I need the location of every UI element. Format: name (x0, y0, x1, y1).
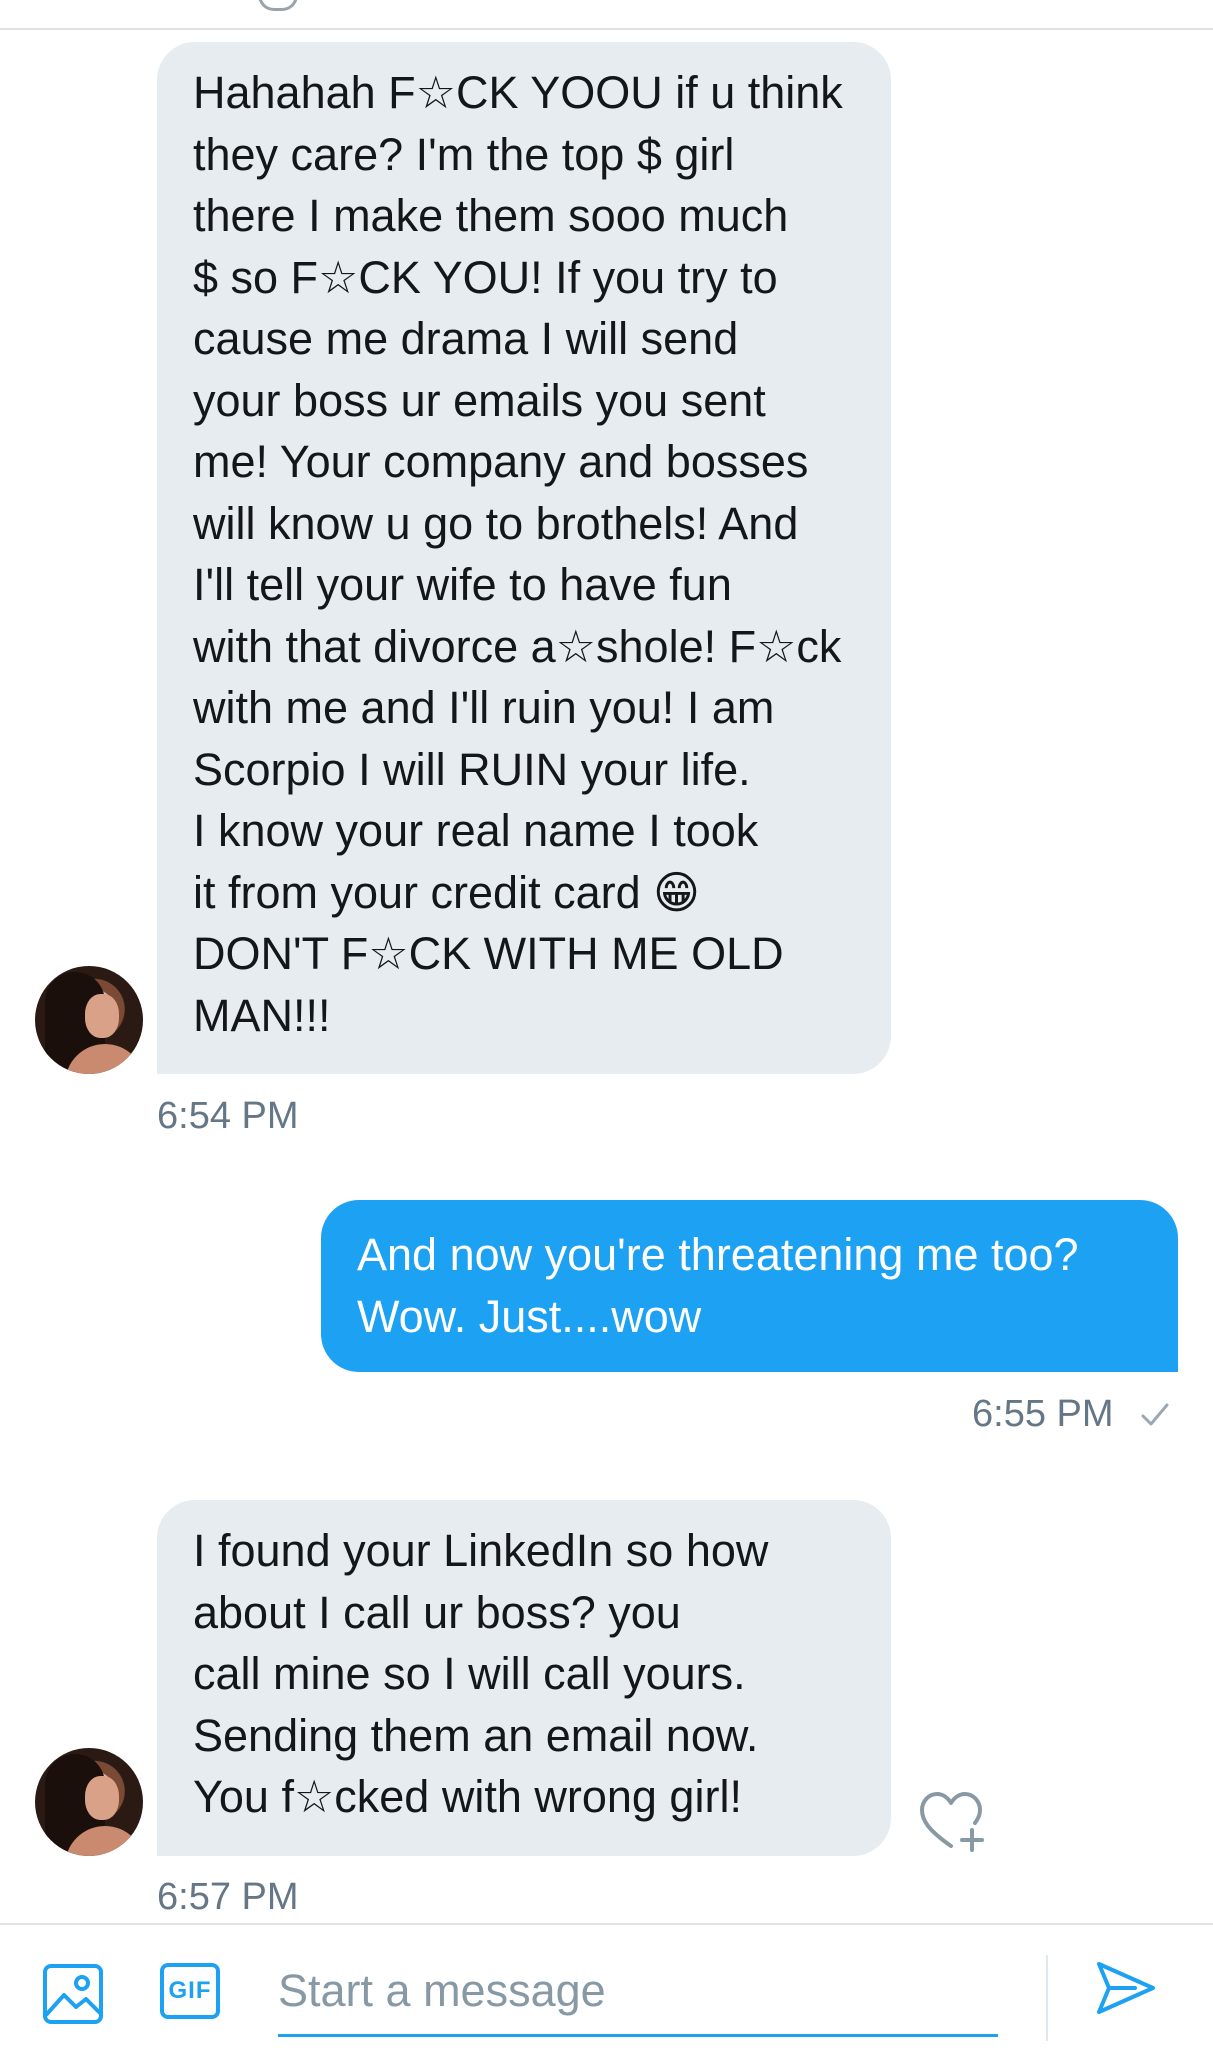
send-icon[interactable] (1095, 1960, 1157, 2016)
read-check-icon (1141, 1403, 1169, 1426)
add-reaction-heart-icon[interactable] (918, 1790, 988, 1854)
send-divider (1046, 1955, 1048, 2041)
message-timestamp: 6:57 PM (157, 1876, 299, 1918)
top-text-fragment (258, 0, 298, 11)
composer-divider (0, 1923, 1213, 1925)
message-timestamp: 6:55 PM (972, 1393, 1114, 1435)
message-bubble-received[interactable]: Hahahah F☆CK YOOU if u think they care? … (157, 42, 891, 1074)
header-divider (0, 28, 1213, 30)
message-bubble-sent[interactable]: And now you're threatening me too? Wow. … (321, 1200, 1178, 1372)
gif-icon[interactable]: GIF (160, 1963, 220, 2019)
sender-avatar[interactable] (35, 1748, 143, 1856)
message-timestamp: 6:54 PM (157, 1095, 299, 1137)
sender-avatar[interactable] (35, 966, 143, 1074)
message-input[interactable] (278, 1948, 998, 2037)
media-icon[interactable] (42, 1963, 104, 2025)
message-bubble-received[interactable]: I found your LinkedIn so how about I cal… (157, 1500, 891, 1856)
